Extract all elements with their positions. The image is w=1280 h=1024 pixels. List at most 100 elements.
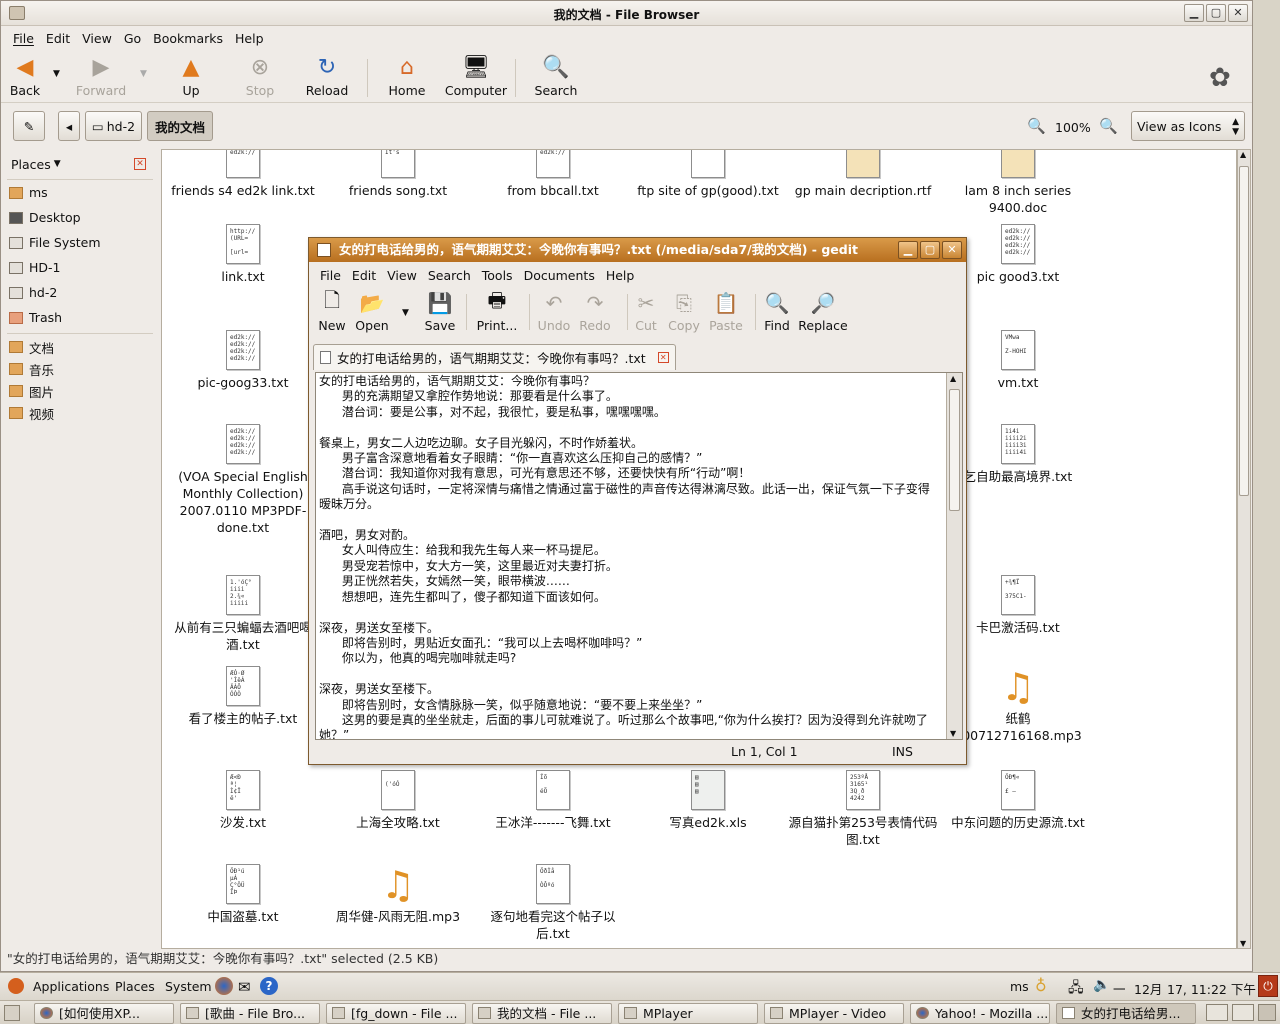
minimize-button[interactable]: ▁ (898, 241, 918, 259)
maximize-button[interactable]: ▢ (920, 241, 940, 259)
scroll-thumb[interactable] (1239, 166, 1249, 496)
menu-help[interactable]: Help (235, 31, 264, 46)
system-menu[interactable]: System (165, 979, 212, 994)
task-button[interactable]: Yahoo! - Mozilla ... (910, 1003, 1050, 1024)
text-editor[interactable]: 女的打电话给男的，语气期期艾艾：今晚你有事吗？ 男的充满期望又拿腔作势地说：那要… (315, 372, 963, 740)
save-button[interactable]: 💾 Save (415, 288, 465, 333)
notification-icon[interactable]: ♁ (1035, 976, 1047, 995)
file-item[interactable]: ('óÓ 上海全攻略.txt (323, 770, 473, 831)
help-launcher-icon[interactable]: ? (260, 977, 278, 995)
menu-edit[interactable]: Edit (46, 31, 70, 46)
file-item[interactable]: ÖÐ¹ú µÁ Ç°ÖÜ ÎÞ 中国盗墓.txt (168, 864, 318, 925)
show-desktop-icon[interactable] (4, 1005, 20, 1021)
find-button[interactable]: 🔍 Find (752, 288, 802, 333)
file-item[interactable]: ÖðÌå ÒÔºó 逐句地看完这个帖子以后.txt (478, 864, 628, 942)
document-tab[interactable]: 女的打电话给男的，语气期期艾艾：今晚你有事吗？.txt ✕ (313, 344, 676, 370)
menu-tools[interactable]: Tools (482, 268, 513, 283)
sidebar-item-music[interactable]: 音乐 (1, 358, 159, 380)
user-name[interactable]: ms (1010, 979, 1029, 994)
sidebar-item-trash[interactable]: Trash (1, 305, 159, 330)
file-item[interactable]: gp main decription.rtf (788, 150, 938, 199)
file-item[interactable]: ed2k://ed2k://ed2k://ed2k://(VOA Special… (168, 424, 318, 536)
forward-button[interactable]: ▶ Forward (69, 51, 133, 99)
up-button[interactable]: ▲ Up (159, 51, 223, 99)
back-button[interactable]: ◀ Back (0, 51, 57, 99)
menu-file[interactable]: File (320, 268, 341, 283)
redo-button[interactable]: ↷ Redo (570, 288, 620, 333)
reload-button[interactable]: ↻ Reload (295, 51, 359, 99)
menu-bookmarks[interactable]: Bookmarks (153, 31, 223, 46)
zoom-in-icon[interactable]: 🔍 (1099, 117, 1118, 135)
print-button[interactable]: 🖶 Print... (472, 288, 522, 333)
file-item[interactable]: Íõ éÕ 王冰洋-------飞舞.txt (478, 770, 628, 831)
file-item[interactable]: ▤ ▤ ▤ 写真ed2k.xls (633, 770, 783, 831)
vertical-scrollbar[interactable]: ▲ ▼ (1237, 149, 1251, 949)
replace-button[interactable]: 🔎 Replace (797, 288, 849, 333)
file-item[interactable]: lam 8 inch series 9400.doc (943, 150, 1093, 216)
zoom-out-icon[interactable]: 🔍 (1027, 117, 1046, 135)
recent-files-dropdown[interactable]: ▼ (402, 308, 409, 318)
close-button[interactable]: ✕ (942, 241, 962, 259)
scroll-down-icon[interactable]: ▼ (950, 729, 956, 738)
menu-search[interactable]: Search (428, 268, 471, 283)
scroll-thumb[interactable] (949, 389, 960, 511)
scroll-up-icon[interactable]: ▲ (1240, 150, 1246, 159)
task-button[interactable]: 我的文档 - File ... (472, 1003, 612, 1024)
menu-edit[interactable]: Edit (352, 268, 376, 283)
workspace-2[interactable] (1232, 1004, 1254, 1021)
file-item[interactable]: ÖÐ¶« £ — 中东问题的历史源流.txt (943, 770, 1093, 831)
titlebar[interactable]: 我的文档 - File Browser ▁ ▢ ✕ (1, 1, 1252, 26)
gedit-titlebar[interactable]: 女的打电话给男的，语气期期艾艾：今晚你有事吗？.txt (/media/sda7… (309, 238, 966, 262)
task-button[interactable]: [如何使用XP... (34, 1003, 174, 1024)
task-button[interactable]: 女的打电话给男... (1056, 1003, 1196, 1024)
task-button[interactable]: [fg_down - File ... (326, 1003, 466, 1024)
sidebar-item-filesystem[interactable]: File System (1, 230, 159, 255)
menu-documents[interactable]: Documents (524, 268, 595, 283)
close-button[interactable]: ✕ (1228, 4, 1248, 22)
paste-button[interactable]: 📋 Paste (701, 288, 751, 333)
zoom-level[interactable]: 100% (1055, 120, 1091, 135)
forward-history-dropdown[interactable]: ▼ (140, 69, 147, 79)
task-button[interactable]: MPlayer - Video (764, 1003, 904, 1024)
scroll-down-icon[interactable]: ▼ (1240, 939, 1246, 948)
file-item[interactable]: ed2k://ed2k://ed2k://ed2k://pic-goog33.t… (168, 330, 318, 391)
view-mode-select[interactable]: View as Icons ▲ ▼ (1131, 111, 1245, 141)
mail-launcher-icon[interactable]: ✉ (238, 978, 251, 996)
open-button[interactable]: 📂 Open (347, 288, 397, 333)
path-scroll-left-button[interactable]: ◂ (58, 111, 80, 141)
sidebar-item-videos[interactable]: 视频 (1, 402, 159, 424)
sidebar-item-desktop[interactable]: Desktop (1, 205, 159, 230)
menu-view[interactable]: View (387, 268, 417, 283)
editor-scrollbar[interactable]: ▲ ▼ (946, 373, 962, 739)
file-item[interactable]: Your jeIt'sfriends song.txt (323, 150, 473, 199)
sidebar-item-ms[interactable]: ms (1, 180, 159, 205)
power-icon[interactable]: ⏻ (1258, 975, 1278, 997)
scroll-up-icon[interactable]: ▲ (950, 374, 956, 383)
volume-icon[interactable]: 🔈 (1093, 977, 1110, 993)
file-item[interactable]: Æ<Ð ª¦ Ì¢Ï ë' 沙发.txt (168, 770, 318, 831)
computer-button[interactable]: 🖥 Computer (444, 51, 508, 99)
task-button[interactable]: [歌曲 - File Bro... (180, 1003, 320, 1024)
file-item[interactable]: ed2k://ed2k://friends s4 ed2k link.txt (168, 150, 318, 199)
places-menu[interactable]: Places (115, 979, 155, 994)
home-button[interactable]: ⌂ Home (375, 51, 439, 99)
sidebar-item-documents[interactable]: 文档 (1, 336, 159, 358)
path-button-hd2[interactable]: ▭ hd-2 (85, 111, 142, 141)
maximize-button[interactable]: ▢ (1206, 4, 1226, 22)
toggle-location-button[interactable]: ✎ (13, 111, 45, 141)
file-item[interactable]: 1.'óÇ° iiii 2.¾« iiiii 从前有三只蝙蝠去酒吧喝酒.txt (168, 575, 318, 653)
file-item[interactable]: http://(URL= [url= link.txt (168, 224, 318, 285)
close-tab-icon[interactable]: ✕ (657, 352, 669, 363)
file-item[interactable]: ♫ 周华健-风雨无阻.mp3 (323, 864, 473, 925)
document-text[interactable]: 女的打电话给男的，语气期期艾艾：今晚你有事吗？ 男的充满期望又拿腔作势地说：那要… (316, 373, 941, 739)
places-dropdown[interactable]: Places (11, 157, 51, 172)
minimize-button[interactable]: ▁ (1184, 4, 1204, 22)
task-button[interactable]: MPlayer (618, 1003, 758, 1024)
file-item[interactable]: ftp site of gp(good).txt (633, 150, 783, 199)
applications-menu[interactable]: Applications (33, 979, 109, 994)
menu-view[interactable]: View (82, 31, 112, 46)
file-item[interactable]: ÆÓ·Ø 'ÌëÁ ÄÀÔ ÓÒÒ 看了楼主的帖子.txt (168, 666, 318, 727)
stop-button[interactable]: ⊗ Stop (228, 51, 292, 99)
close-sidebar-icon[interactable]: ✕ (134, 158, 146, 170)
clock-time[interactable]: 17, 11:22 下午 (1167, 979, 1256, 998)
